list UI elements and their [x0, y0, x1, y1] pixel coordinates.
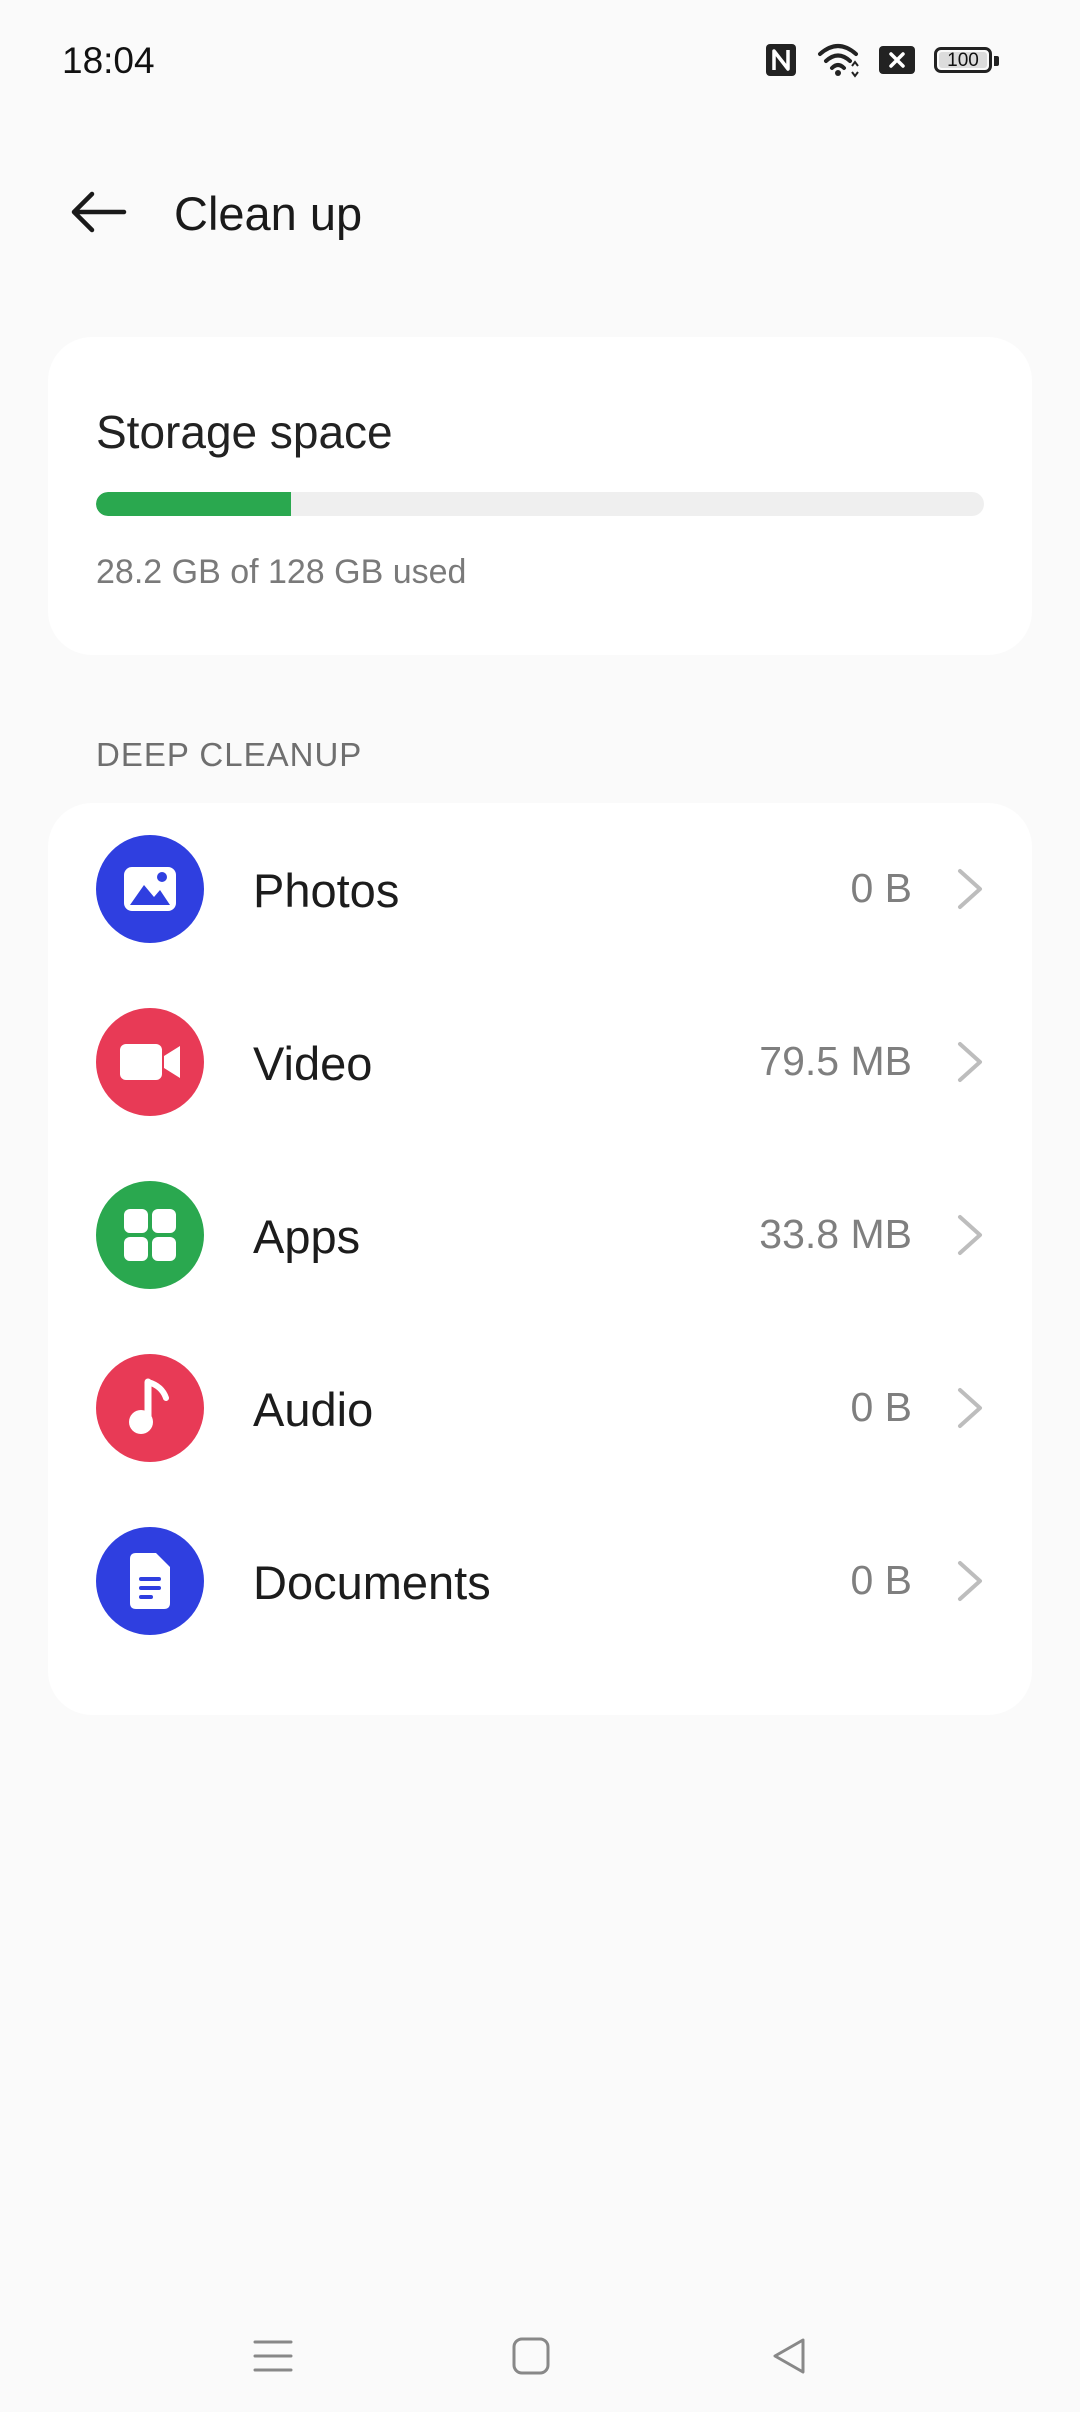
recents-button[interactable] — [233, 2324, 313, 2388]
back-triangle-icon — [773, 2338, 805, 2374]
documents-icon-circle — [96, 1527, 204, 1635]
document-icon — [130, 1553, 170, 1609]
list-item-size: 0 B — [850, 865, 912, 911]
wifi-icon — [816, 42, 860, 83]
system-nav-bar — [0, 2300, 1080, 2412]
list-item-size: 0 B — [850, 1384, 912, 1430]
home-icon — [512, 2337, 550, 2375]
chevron-right-icon — [958, 1388, 982, 1428]
arrow-left-icon — [71, 191, 127, 233]
storage-card[interactable]: Storage space 28.2 GB of 128 GB used — [48, 337, 1032, 655]
home-button[interactable] — [491, 2324, 571, 2388]
list-item-audio[interactable]: Audio 0 B — [48, 1322, 1032, 1495]
battery-level: 100 — [947, 50, 979, 71]
list-item-size: 0 B — [850, 1557, 912, 1603]
chevron-right-icon — [958, 1042, 982, 1082]
status-icons: 100 — [764, 42, 1002, 82]
video-camera-icon — [120, 1044, 180, 1080]
list-item-size: 79.5 MB — [759, 1038, 912, 1084]
storage-progress-fill — [96, 492, 292, 516]
list-item-label: Documents — [253, 1556, 491, 1609]
status-time: 18:04 — [62, 40, 155, 81]
list-item-documents[interactable]: Documents 0 B — [48, 1495, 1032, 1668]
back-button[interactable] — [58, 180, 138, 244]
video-icon-circle — [96, 1008, 204, 1116]
list-item-label: Audio — [253, 1383, 374, 1436]
deep-cleanup-list: Photos 0 B Video 79.5 MB Apps 33.8 MB Au… — [48, 803, 1032, 1715]
section-label-deep-cleanup: DEEP CLEANUP — [96, 736, 363, 773]
apps-icon-circle — [96, 1181, 204, 1289]
image-icon — [124, 867, 176, 911]
storage-used-text: 28.2 GB of 128 GB used — [96, 553, 467, 591]
list-item-size: 33.8 MB — [759, 1211, 912, 1257]
photos-icon-circle — [96, 835, 204, 943]
chevron-right-icon — [958, 1215, 982, 1255]
chevron-right-icon — [958, 869, 982, 909]
chevron-right-icon — [958, 1561, 982, 1601]
apps-grid-icon — [124, 1209, 176, 1261]
list-item-photos[interactable]: Photos 0 B — [48, 803, 1032, 976]
audio-icon-circle — [96, 1354, 204, 1462]
list-item-label: Photos — [253, 864, 400, 917]
menu-icon — [253, 2340, 293, 2372]
list-item-label: Video — [253, 1037, 373, 1090]
nav-back-button[interactable] — [749, 2324, 829, 2388]
music-note-icon — [129, 1378, 169, 1434]
list-item-apps[interactable]: Apps 33.8 MB — [48, 1149, 1032, 1322]
sim-off-icon — [878, 45, 916, 80]
nfc-icon — [764, 42, 798, 83]
app-bar: Clean up — [0, 160, 1080, 260]
page-title: Clean up — [174, 187, 363, 240]
list-item-label: Apps — [253, 1210, 361, 1263]
battery-icon: 100 — [934, 45, 1002, 79]
status-bar: 18:04 100 — [0, 0, 1080, 125]
storage-title: Storage space — [96, 406, 393, 458]
storage-progress-bar — [96, 492, 984, 516]
list-item-video[interactable]: Video 79.5 MB — [48, 976, 1032, 1149]
